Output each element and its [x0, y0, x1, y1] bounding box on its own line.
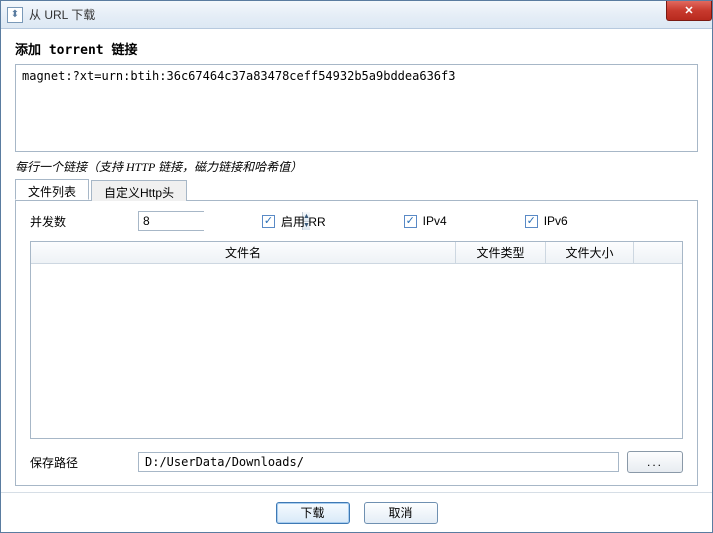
col-extra[interactable]	[634, 242, 682, 263]
save-row: 保存路径 ...	[30, 451, 683, 473]
col-filetype[interactable]: 文件类型	[456, 242, 546, 263]
ipv6-option: IPv6	[525, 214, 568, 228]
titlebar: ⬍ 从 URL 下载 ✕	[1, 1, 712, 29]
enable-rr-label: 启用 RR	[281, 213, 326, 230]
save-path-input[interactable]	[138, 452, 619, 472]
tab-file-list[interactable]: 文件列表	[15, 179, 89, 200]
tab-bar: 文件列表 自定义Http头	[15, 179, 698, 201]
section-heading: 添加 torrent 链接	[15, 39, 698, 58]
enable-rr-option: 启用 RR	[262, 213, 326, 230]
window-title: 从 URL 下载	[29, 6, 95, 23]
cancel-button[interactable]: 取消	[364, 502, 438, 524]
table-header: 文件名 文件类型 文件大小	[31, 242, 682, 264]
table-body	[31, 264, 682, 438]
options-row: 并发数 ▲ ▼ 启用 RR IPv4	[30, 211, 683, 231]
col-filesize[interactable]: 文件大小	[546, 242, 634, 263]
close-icon: ✕	[684, 4, 693, 17]
ipv4-checkbox[interactable]	[404, 215, 417, 228]
ipv6-checkbox[interactable]	[525, 215, 538, 228]
col-filename[interactable]: 文件名	[31, 242, 456, 263]
enable-rr-checkbox[interactable]	[262, 215, 275, 228]
dialog-footer: 下载 取消	[1, 492, 712, 532]
concurrency-stepper[interactable]: ▲ ▼	[138, 211, 204, 231]
browse-button[interactable]: ...	[627, 451, 683, 473]
ipv4-label: IPv4	[423, 214, 447, 228]
download-button[interactable]: 下载	[276, 502, 350, 524]
dialog-window: ⬍ 从 URL 下载 ✕ 添加 torrent 链接 magnet:?xt=ur…	[0, 0, 713, 533]
file-table: 文件名 文件类型 文件大小	[30, 241, 683, 439]
save-path-label: 保存路径	[30, 454, 138, 471]
close-button[interactable]: ✕	[666, 1, 712, 21]
hint-text: 每行一个链接（支持 HTTP 链接，磁力链接和哈希值）	[15, 158, 698, 175]
app-icon: ⬍	[7, 7, 23, 23]
dialog-content: 添加 torrent 链接 magnet:?xt=urn:btih:36c674…	[1, 29, 712, 492]
tab-http-headers[interactable]: 自定义Http头	[91, 180, 187, 201]
tab-panel-file-list: 并发数 ▲ ▼ 启用 RR IPv4	[15, 201, 698, 486]
url-textarea[interactable]: magnet:?xt=urn:btih:36c67464c37a83478cef…	[15, 64, 698, 152]
ipv4-option: IPv4	[404, 214, 447, 228]
concurrency-label: 并发数	[30, 213, 138, 230]
ipv6-label: IPv6	[544, 214, 568, 228]
